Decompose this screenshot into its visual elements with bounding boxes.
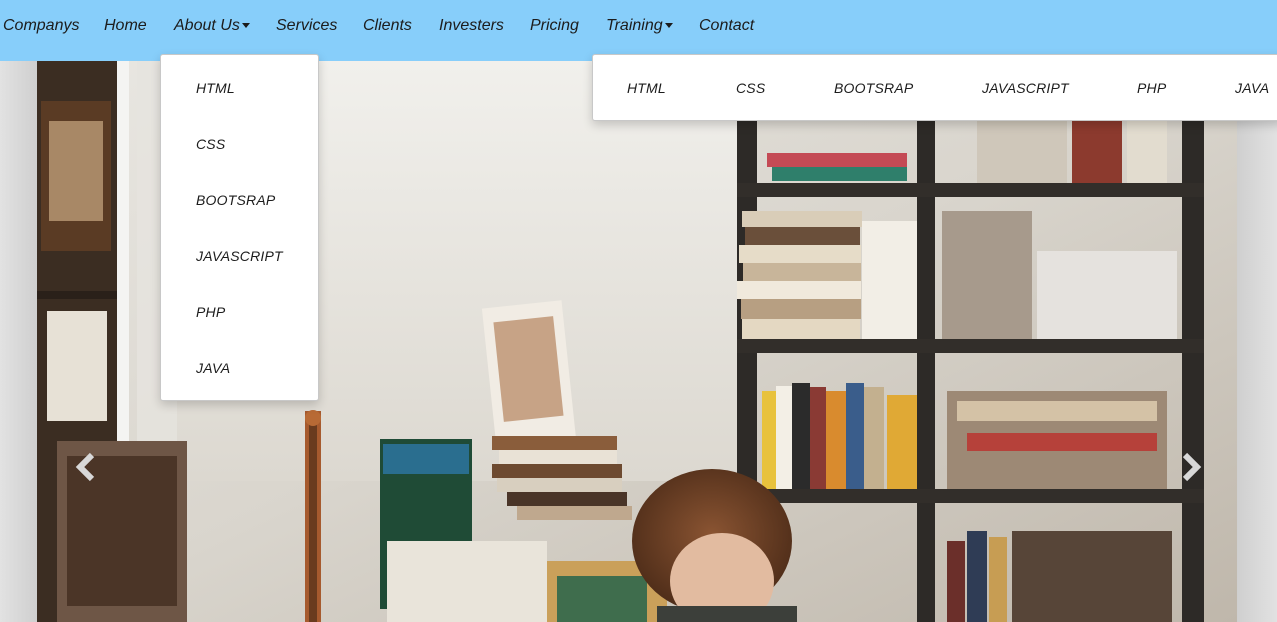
dropdown-item-java[interactable]: JAVA [196,360,230,376]
training-item-java[interactable]: JAVA [1235,80,1269,96]
training-item-php[interactable]: PHP [1137,80,1166,96]
nav-item-training-label: Training [606,17,663,34]
nav-item-clients[interactable]: Clients [363,17,412,35]
nav-item-pricing[interactable]: Pricing [530,17,579,35]
training-item-html[interactable]: HTML [627,80,666,96]
nav-item-about-us[interactable]: About Us [174,17,250,35]
dropdown-item-bootstrap[interactable]: BOOTSRAP [196,192,275,208]
training-item-bootstrap[interactable]: BOOTSRAP [834,80,913,96]
carousel-left-gutter [0,61,37,622]
training-item-javascript[interactable]: JAVASCRIPT [982,80,1069,96]
dropdown-item-css[interactable]: CSS [196,136,225,152]
page: Companys Home About Us Services Clients … [0,0,1277,622]
dropdown-item-php[interactable]: PHP [196,304,225,320]
nav-item-services[interactable]: Services [276,17,337,35]
nav-item-home[interactable]: Home [104,17,147,35]
nav-item-investers[interactable]: Investers [439,17,504,35]
dropdown-item-javascript[interactable]: JAVASCRIPT [196,248,283,264]
training-dropdown-menu: HTML CSS BOOTSRAP JAVASCRIPT PHP JAVA [592,54,1277,121]
dropdown-item-html[interactable]: HTML [196,80,235,96]
nav-item-about-us-label: About Us [174,17,240,34]
caret-down-icon [664,23,673,28]
nav-item-training[interactable]: Training [606,17,673,35]
chevron-left-icon [75,452,95,482]
carousel-next-button[interactable] [1175,452,1205,482]
carousel-right-gutter [1237,61,1277,622]
carousel-prev-button[interactable] [72,452,102,482]
chevron-right-icon [1182,452,1202,482]
brand-link[interactable]: Companys [3,17,79,35]
nav-item-contact[interactable]: Contact [699,17,754,35]
caret-down-icon [241,23,250,28]
top-navbar: Companys Home About Us Services Clients … [0,0,1277,61]
training-item-css[interactable]: CSS [736,80,765,96]
about-us-dropdown-menu: HTML CSS BOOTSRAP JAVASCRIPT PHP JAVA [160,54,319,401]
